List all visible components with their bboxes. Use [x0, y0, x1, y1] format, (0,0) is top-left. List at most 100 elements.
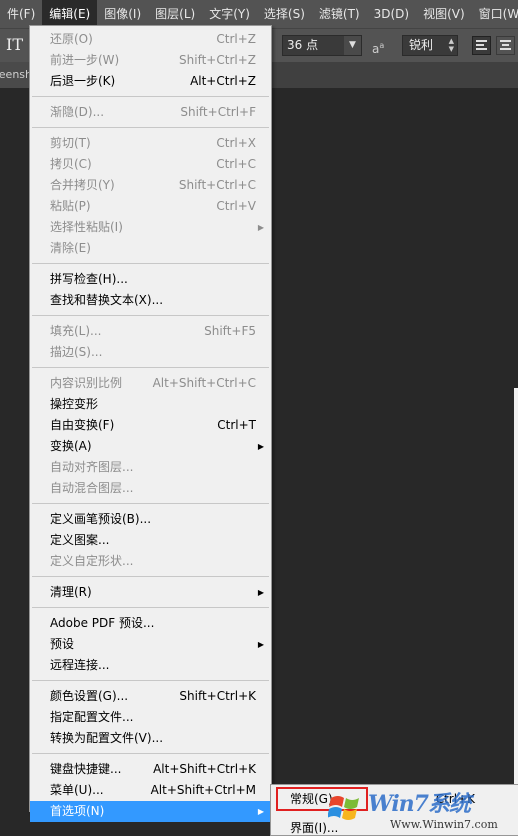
menu-item-label: Adobe PDF 预设... — [50, 616, 155, 630]
edit-menu-item[interactable]: 键盘快捷键... Alt+Shift+Ctrl+K — [30, 759, 271, 780]
chevron-right-icon: ▶ — [257, 807, 264, 816]
menubar-item[interactable]: 选择(S) — [257, 0, 312, 28]
menu-item-shortcut: Ctrl+T — [217, 418, 256, 432]
menu-item-label: 转换为配置文件(V)... — [50, 731, 164, 745]
menubar-item[interactable]: 滤镜(T) — [312, 0, 367, 28]
edit-menu-item[interactable]: 选择性粘贴(I) ▶ — [30, 217, 271, 238]
edit-menu-item[interactable]: 操控变形 — [30, 394, 271, 415]
align-center-button[interactable] — [496, 36, 515, 55]
menu-item-shortcut: Shift+Ctrl+C — [178, 178, 256, 192]
menu-item-label: 自动对齐图层... — [50, 460, 134, 474]
menubar-item[interactable]: 3D(D) — [367, 0, 416, 28]
updown-arrows-icon: ▲ ▼ — [448, 37, 454, 53]
edit-menu-item[interactable]: 变换(A) ▶ — [30, 436, 271, 457]
edit-menu-item[interactable]: 粘贴(P) Ctrl+V — [30, 196, 271, 217]
edit-menu-item[interactable]: 拼写检查(H)... — [30, 269, 271, 290]
menu-item-label: 拼写检查(H)... — [50, 272, 128, 286]
edit-menu-item[interactable]: 拷贝(C) Ctrl+C — [30, 154, 271, 175]
menubar-item[interactable]: 图像(I) — [97, 0, 148, 28]
watermark-brand: Win7系统 — [368, 791, 471, 817]
edit-menu-item[interactable]: 清理(R) ▶ — [30, 582, 271, 603]
edit-menu-item[interactable]: 菜单(U)... Alt+Shift+Ctrl+M — [30, 780, 271, 801]
chevron-right-icon: ▶ — [257, 588, 264, 597]
edit-menu-item[interactable]: 首选项(N) ▶ — [30, 801, 271, 822]
menu-separator — [30, 676, 271, 686]
edit-menu-item[interactable]: 预设 ▶ — [30, 634, 271, 655]
edit-menu-item[interactable]: 内容识别比例 Alt+Shift+Ctrl+C — [30, 373, 271, 394]
chevron-right-icon: ▶ — [257, 223, 264, 232]
menubar-item[interactable]: 图层(L) — [148, 0, 202, 28]
text-tool-orientation-icon[interactable]: IT — [6, 34, 26, 56]
edit-menu-item[interactable]: 定义画笔预设(B)... — [30, 509, 271, 530]
chevron-right-icon: ▶ — [257, 640, 264, 649]
menu-item-label: 查找和替换文本(X)... — [50, 293, 164, 307]
antialias-select[interactable]: 锐利 ▲ ▼ — [402, 35, 458, 56]
menu-item-label: 填充(L)... — [50, 324, 102, 338]
menu-item-label: 粘贴(P) — [50, 199, 91, 213]
edit-menu-item[interactable]: 颜色设置(G)... Shift+Ctrl+K — [30, 686, 271, 707]
chevron-right-icon: ▶ — [257, 442, 264, 451]
edit-menu-item[interactable]: 剪切(T) Ctrl+X — [30, 133, 271, 154]
antialias-icon: aa — [372, 41, 385, 56]
menu-item-shortcut: Shift+Ctrl+Z — [179, 53, 256, 67]
edit-menu-item[interactable]: 自由变换(F) Ctrl+T — [30, 415, 271, 436]
edit-menu-item[interactable]: 前进一步(W) Shift+Ctrl+Z — [30, 50, 271, 71]
edit-menu-item[interactable]: 指定配置文件... — [30, 707, 271, 728]
edit-menu-item[interactable]: 合并拷贝(Y) Shift+Ctrl+C — [30, 175, 271, 196]
windows-logo-icon — [328, 796, 359, 820]
watermark-url: Www.Winwin7.com — [390, 818, 498, 831]
menu-item-label: 选择性粘贴(I) — [50, 220, 123, 234]
menubar-item[interactable]: 件(F) — [0, 0, 42, 28]
menubar-item[interactable]: 视图(V) — [416, 0, 472, 28]
menu-item-label: 后退一步(K) — [50, 74, 116, 88]
edit-menu-item[interactable]: 渐隐(D)... Shift+Ctrl+F — [30, 102, 271, 123]
menu-item-label: 剪切(T) — [50, 136, 91, 150]
menu-item-shortcut: Ctrl+Z — [216, 32, 256, 46]
menu-item-label: 键盘快捷键... — [50, 762, 122, 776]
edit-menu-item[interactable]: 填充(L)... Shift+F5 — [30, 321, 271, 342]
menu-item-label: 定义图案... — [50, 533, 110, 547]
menu-item-label: 还原(O) — [50, 32, 93, 46]
menu-item-shortcut: Ctrl+C — [216, 157, 256, 171]
edit-menu-item[interactable]: 查找和替换文本(X)... — [30, 290, 271, 311]
menu-item-label: 渐隐(D)... — [50, 105, 105, 119]
menu-separator — [30, 572, 271, 582]
menubar-item[interactable]: 窗口(W) — [472, 0, 518, 28]
edit-menu-item[interactable]: 后退一步(K) Alt+Ctrl+Z — [30, 71, 271, 92]
edit-menu-item[interactable]: 定义图案... — [30, 530, 271, 551]
menu-separator — [30, 603, 271, 613]
menu-item-shortcut: Alt+Shift+Ctrl+K — [153, 762, 256, 776]
edit-menu-item[interactable]: 描边(S)... — [30, 342, 271, 363]
edit-menu-item[interactable]: 清除(E) — [30, 238, 271, 259]
menu-separator — [30, 363, 271, 373]
menu-item-label: 清理(R) — [50, 585, 92, 599]
menubar: 件(F) 编辑(E) 图像(I) 图层(L) 文字(Y) 选择(S) 滤镜(T) 3D(D) 视… — [0, 0, 518, 28]
edit-menu-item[interactable]: 定义自定形状... — [30, 551, 271, 572]
menu-item-label: 自动混合图层... — [50, 481, 134, 495]
edit-menu-dropdown: 还原(O) Ctrl+Z 前进一步(W) Shift+Ctrl+Z 后退一步(K) Alt… — [29, 25, 272, 822]
menu-item-shortcut: Ctrl+X — [216, 136, 256, 150]
menu-item-shortcut: Shift+Ctrl+F — [180, 105, 256, 119]
edit-menu-item[interactable]: 自动对齐图层... — [30, 457, 271, 478]
menu-item-shortcut: Alt+Shift+Ctrl+C — [152, 376, 256, 390]
menu-item-label: 远程连接... — [50, 658, 110, 672]
font-size-select[interactable]: 36 点 ▼ — [282, 35, 362, 56]
menubar-item[interactable]: 文字(Y) — [202, 0, 257, 28]
menu-item-shortcut: Alt+Shift+Ctrl+M — [150, 783, 256, 797]
document-tab[interactable]: eensh — [0, 62, 32, 88]
edit-menu-item[interactable]: 自动混合图层... — [30, 478, 271, 499]
edit-menu-item[interactable]: Adobe PDF 预设... — [30, 613, 271, 634]
menu-item-label: 合并拷贝(Y) — [50, 178, 115, 192]
menu-item-label: 定义自定形状... — [50, 554, 134, 568]
edit-menu-item[interactable]: 远程连接... — [30, 655, 271, 676]
menubar-item[interactable]: 编辑(E) — [42, 0, 98, 28]
menu-item-label: 变换(A) — [50, 439, 92, 453]
menu-separator — [30, 749, 271, 759]
align-left-button[interactable] — [472, 36, 491, 55]
edit-menu-item[interactable]: 转换为配置文件(V)... — [30, 728, 271, 749]
menu-item-shortcut: Shift+Ctrl+K — [179, 689, 256, 703]
edit-menu-item[interactable]: 还原(O) Ctrl+Z — [30, 29, 271, 50]
menu-separator — [30, 311, 271, 321]
menu-item-label: 颜色设置(G)... — [50, 689, 129, 703]
menu-item-label: 前进一步(W) — [50, 53, 120, 67]
